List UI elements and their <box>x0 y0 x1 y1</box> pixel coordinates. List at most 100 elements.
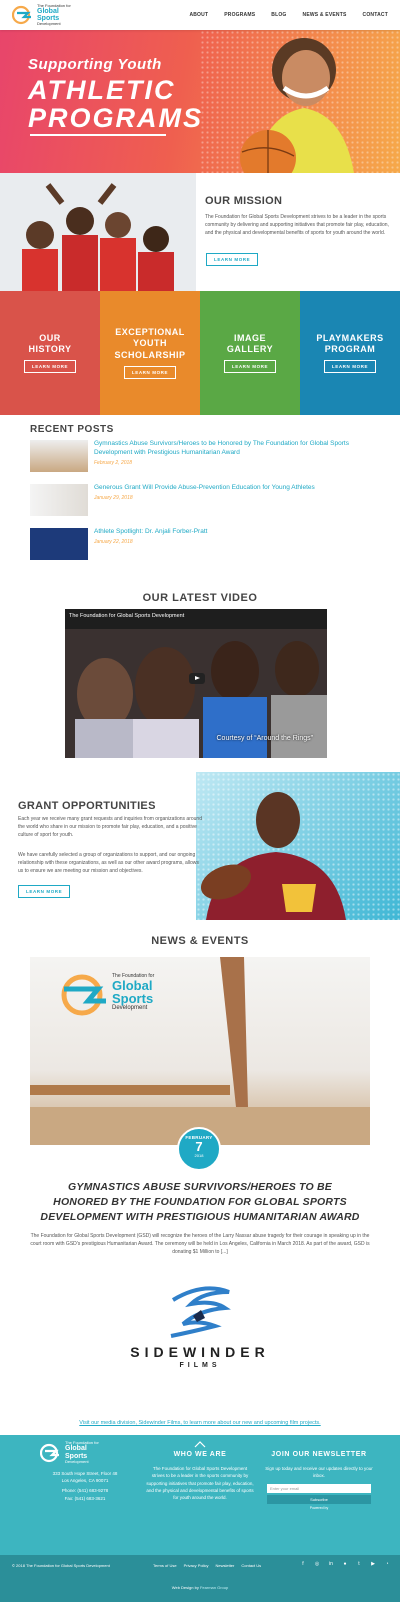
list-item[interactable]: Athlete Spotlight: Dr. Anjali Forber-Pra… <box>30 528 370 560</box>
nav-blog[interactable]: BLOG <box>271 12 286 18</box>
footer-address-2: Los Angeles, CA 90071 <box>61 1478 109 1484</box>
video-player[interactable]: The Foundation for Global Sports Develop… <box>65 609 327 758</box>
date-day: 7 <box>195 1139 203 1154</box>
mission-kids-image <box>0 173 196 291</box>
footer-link-contact[interactable]: Contact Us <box>241 1563 261 1568</box>
video-caption: Courtesy of “Around the Rings” <box>216 735 314 742</box>
mission-learn-more-button[interactable]: LEARN MORE <box>206 253 259 266</box>
nav-about[interactable]: ABOUT <box>189 12 208 18</box>
footer-newsletter-title: JOIN OUR NEWSLETTER <box>271 1451 367 1458</box>
news-feature-image[interactable]: The Foundation for Global Sports Develop… <box>30 957 370 1145</box>
tile-learn-more-button[interactable]: LEARN MORE <box>323 360 377 374</box>
site-footer: The Foundation for Global Sports Develop… <box>0 1435 400 1555</box>
footer-link-terms[interactable]: Terms of Use <box>153 1563 177 1568</box>
sidewinder-link[interactable]: Visit our media division, Sidewinder Fil… <box>0 1420 400 1426</box>
post-title[interactable]: Generous Grant Will Provide Abuse-Preven… <box>94 484 315 493</box>
grant-paragraph-1: Each year we receive many grant requests… <box>18 816 202 838</box>
newsletter-email-input[interactable]: Enter your email <box>267 1483 371 1493</box>
mission-title: OUR MISSION <box>205 195 283 207</box>
logo-sub-text: Development <box>37 21 61 26</box>
footer-fax: Fax: (541) 683-3621 <box>64 1495 106 1501</box>
mission-text: The Foundation for Global Sports Develop… <box>205 214 389 236</box>
date-badge: FEBRUARY 7 2018 <box>177 1127 221 1171</box>
grant-learn-more-button[interactable]: LEARN MORE <box>18 885 71 898</box>
tile-title: OUR HISTORY <box>28 332 72 354</box>
web-design-link[interactable]: Fearman Group <box>200 1585 228 1590</box>
site-logo[interactable]: The Foundation for Global Sports Develop… <box>12 3 71 26</box>
tile-title: IMAGE GALLERY <box>226 332 274 354</box>
social-icons: f ◎ in ● t ▶ ◔ <box>300 1561 390 1567</box>
footer-link-newsletter[interactable]: Newsletter <box>215 1563 234 1568</box>
rss-icon[interactable]: ◔ <box>384 1561 390 1567</box>
subscribe-button[interactable]: Subscribe <box>267 1494 371 1504</box>
hero-line2a: ATHLETIC <box>28 75 176 105</box>
tile-our-history[interactable]: OUR HISTORY LEARN MORE <box>0 291 100 415</box>
tile-title: EXCEPTIONAL YOUTH SCHOLARSHIP <box>114 327 186 360</box>
footer-who-title: WHO WE ARE <box>173 1451 227 1458</box>
hero-line1: Supporting Youth <box>28 56 162 73</box>
program-tiles: OUR HISTORY LEARN MORE EXCEPTIONAL YOUTH… <box>0 291 400 415</box>
footer-newsletter-text: Sign up today and receive our updates di… <box>265 1466 373 1479</box>
logo-main-1: Global <box>37 8 59 15</box>
tile-image-gallery[interactable]: IMAGE GALLERY LEARN MORE <box>200 291 300 415</box>
grant-title: GRANT OPPORTUNITIES <box>18 800 156 812</box>
hero-girl-image <box>240 38 354 173</box>
post-title[interactable]: Athlete Spotlight: Dr. Anjali Forber-Pra… <box>94 528 207 537</box>
tile-scholarship[interactable]: EXCEPTIONAL YOUTH SCHOLARSHIP LEARN MORE <box>100 291 200 415</box>
chevron-up-icon[interactable] <box>194 1440 206 1448</box>
nav-contact[interactable]: CONTACT <box>363 12 388 18</box>
video-section: OUR LATEST VIDEO The Foundation for Glob… <box>0 592 400 758</box>
grant-boy-image <box>200 792 346 920</box>
news-heading: NEWS & EVENTS <box>151 935 249 947</box>
youtube-icon[interactable]: ▶ <box>370 1561 376 1567</box>
hero-line2b: PROGRAMS <box>28 103 204 133</box>
tile-learn-more-button[interactable]: LEARN MORE <box>23 360 77 374</box>
twitter-icon[interactable]: t <box>356 1561 362 1567</box>
hero-underline <box>30 134 166 136</box>
facebook-icon[interactable]: f <box>300 1561 306 1567</box>
list-item[interactable]: Gymnastics Abuse Survivors/Heroes to be … <box>30 440 370 472</box>
gsd-logo-icon <box>40 1443 59 1462</box>
site-header: The Foundation for Global Sports Develop… <box>0 0 400 30</box>
web-design-text: Web Design by <box>171 1585 199 1590</box>
video-heading: OUR LATEST VIDEO <box>142 592 258 604</box>
footer-who-text: The Foundation for Global Sports Develop… <box>146 1466 254 1500</box>
footer-link-privacy[interactable]: Privacy Policy <box>184 1563 209 1568</box>
tile-learn-more-button[interactable]: LEARN MORE <box>123 365 177 379</box>
news-logo-sports: Sports <box>112 991 154 1006</box>
list-item[interactable]: Generous Grant Will Provide Abuse-Preven… <box>30 484 370 516</box>
footer-logo[interactable]: The Foundation for Global Sports Develop… <box>40 1440 130 1464</box>
flickr-icon[interactable]: ● <box>342 1561 348 1567</box>
post-date: January 29, 2018 <box>94 494 133 501</box>
sidewinder-sub: FILMS <box>179 1362 221 1369</box>
footer-logo-global: Global <box>65 1445 87 1453</box>
footer-powered-by: Powered by <box>309 1505 329 1510</box>
post-thumbnail[interactable] <box>30 440 88 472</box>
sidewinder-name: SIDEWINDER <box>130 1344 270 1360</box>
footer-bottom-bar: © 2018 The Foundation for Global Sports … <box>0 1555 400 1602</box>
post-title[interactable]: Gymnastics Abuse Survivors/Heroes to be … <box>94 440 370 458</box>
date-year: 2018 <box>194 1153 204 1158</box>
post-date: February 2, 2018 <box>94 459 133 466</box>
recent-posts: RECENT POSTS Gymnastics Abuse Survivors/… <box>30 424 370 560</box>
tile-learn-more-button[interactable]: LEARN MORE <box>223 360 277 374</box>
footer-address-1: 333 South Hope Street, Floor 48 <box>52 1471 118 1477</box>
post-date: January 22, 2018 <box>94 538 133 545</box>
grant-section: GRANT OPPORTUNITIES Each year we receive… <box>0 772 400 920</box>
copyright-text: © 2018 The Foundation for Global Sports … <box>12 1563 110 1568</box>
nav-programs[interactable]: PROGRAMS <box>224 12 255 18</box>
news-headline[interactable]: GYMNASTICS ABUSE SURVIVORS/HEROES TO BE … <box>40 1180 360 1226</box>
footer-phone: Phone: (541) 683-9278 <box>61 1488 109 1494</box>
news-excerpt: The Foundation for Global Sports Develop… <box>30 1233 370 1255</box>
instagram-icon[interactable]: ◎ <box>314 1561 320 1567</box>
footer-links: Terms of Use Privacy Policy Newsletter C… <box>153 1563 261 1568</box>
tile-playmakers[interactable]: PLAYMAKERS PROGRAM LEARN MORE <box>300 291 400 415</box>
hero-banner: Supporting Youth ATHLETIC PROGRAMS <box>0 30 400 173</box>
post-thumbnail[interactable] <box>30 484 88 516</box>
mission-section: OUR MISSION The Foundation for Global Sp… <box>0 173 400 291</box>
nav-news-events[interactable]: NEWS & EVENTS <box>303 12 347 18</box>
gsd-logo-icon <box>12 5 31 25</box>
play-icon[interactable] <box>189 673 205 684</box>
linkedin-icon[interactable]: in <box>328 1561 334 1567</box>
post-thumbnail[interactable] <box>30 528 88 560</box>
